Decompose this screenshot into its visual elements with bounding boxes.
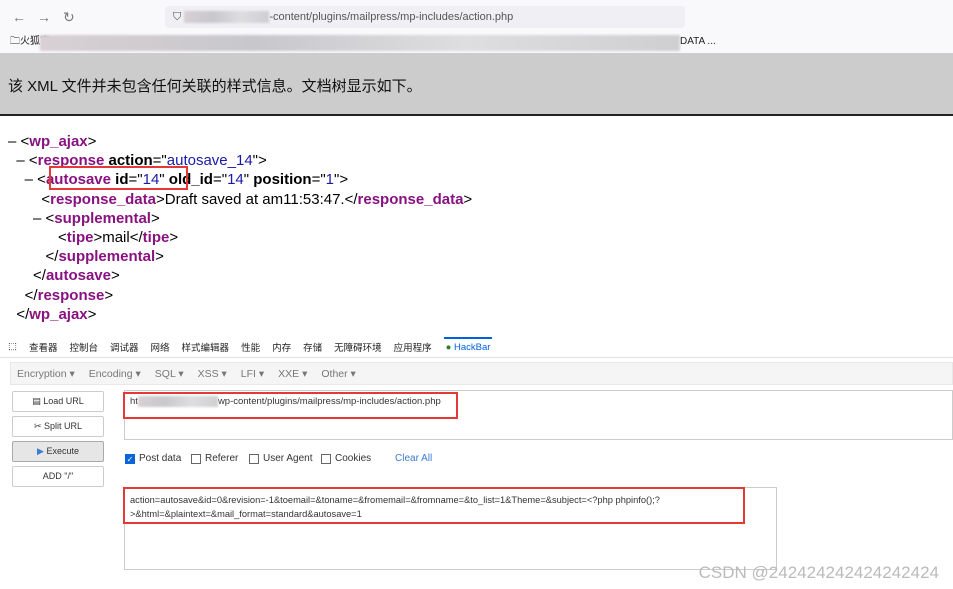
tab-console[interactable]: 控制台	[70, 340, 99, 354]
cookies-checkbox[interactable]: Cookies	[321, 453, 371, 464]
picker-icon[interactable]: ⬚	[8, 341, 17, 352]
tab-inspector[interactable]: 查看器	[29, 340, 58, 354]
reload-icon[interactable]: ↻	[63, 9, 75, 26]
menu-encoding[interactable]: Encoding ▾	[89, 368, 141, 380]
tab-debugger[interactable]: 调试器	[110, 340, 139, 354]
forward-icon[interactable]: →	[37, 9, 51, 25]
tab-performance[interactable]: 性能	[241, 340, 260, 354]
highlight-url	[123, 392, 458, 419]
tab-style-editor[interactable]: 样式编辑器	[182, 340, 230, 354]
clear-all-link[interactable]: Clear All	[395, 453, 432, 464]
bookmarks-bar: 🗀火狐官 DATA ...	[0, 31, 953, 53]
user-agent-checkbox[interactable]: User Agent	[249, 453, 312, 464]
blurred-bookmarks	[40, 35, 680, 51]
hackbar-menu: Encryption ▾ Encoding ▾ SQL ▾ XSS ▾ LFI …	[10, 362, 953, 385]
menu-xss[interactable]: XSS ▾	[198, 368, 227, 380]
bookmark-item[interactable]: DATA ...	[680, 31, 716, 53]
watermark: CSDN @242424242424242424	[698, 563, 939, 582]
hackbar-icon: ●	[445, 342, 452, 353]
add-slash-button[interactable]: ADD "/"	[12, 466, 104, 487]
tab-memory[interactable]: 内存	[272, 340, 291, 354]
tab-application[interactable]: 应用程序	[394, 340, 432, 354]
menu-other[interactable]: Other ▾	[321, 368, 355, 380]
folder-icon: 🗀	[10, 36, 20, 47]
menu-xxe[interactable]: XXE ▾	[278, 368, 307, 380]
tab-accessibility[interactable]: 无障碍环境	[334, 340, 382, 354]
menu-sql[interactable]: SQL ▾	[155, 368, 184, 380]
execute-button[interactable]: ▶ Execute	[12, 441, 104, 462]
split-url-button[interactable]: ✂ Split URL	[12, 416, 104, 437]
tab-storage[interactable]: 存储	[303, 340, 322, 354]
highlight-autosave-id	[49, 166, 188, 190]
load-icon: ▤	[32, 396, 41, 406]
post-data-checkbox[interactable]: ✓ Post data	[125, 453, 181, 464]
xml-info-banner: 该 XML 文件并未包含任何关联的样式信息。文档树显示如下。	[0, 53, 953, 116]
tab-network[interactable]: 网络	[151, 340, 170, 354]
tab-hackbar[interactable]: ● HackBar	[443, 337, 493, 356]
browser-toolbar: ← → ↻ ⛉ -content/plugins/mailpress/mp-in…	[0, 0, 953, 31]
load-url-button[interactable]: ▤ Load URL	[12, 391, 104, 412]
back-icon[interactable]: ←	[12, 9, 26, 25]
address-bar[interactable]: ⛉ -content/plugins/mailpress/mp-includes…	[165, 6, 685, 28]
scissors-icon: ✂	[33, 421, 42, 431]
shield-icon: ⛉	[173, 11, 182, 23]
menu-lfi[interactable]: LFI ▾	[241, 368, 264, 380]
xml-tree: – <wp_ajax> – <response action="autosave…	[8, 133, 473, 323]
highlight-post-data	[123, 487, 745, 524]
referer-checkbox[interactable]: Referer	[191, 453, 238, 464]
menu-encryption[interactable]: Encryption ▾	[17, 368, 75, 380]
play-icon: ▶	[37, 446, 44, 456]
devtools-tabs: ⬚ 查看器 控制台 调试器 网络 样式编辑器 性能 内存 存储 无障碍环境 应用…	[0, 336, 953, 358]
